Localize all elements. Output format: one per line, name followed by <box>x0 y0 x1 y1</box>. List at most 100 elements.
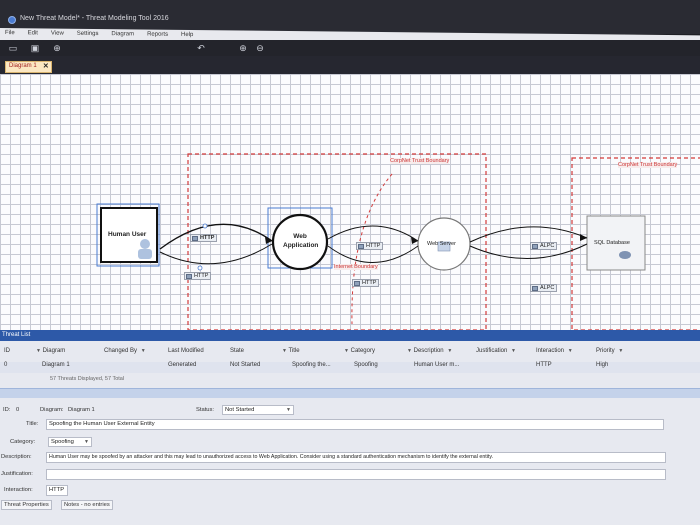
close-icon[interactable]: ✕ <box>43 62 49 70</box>
menu-settings[interactable]: Settings <box>72 29 105 37</box>
flow-label-http[interactable]: HTTP <box>190 234 218 242</box>
threat-count-summary: 57 Threats Displayed, 57 Total <box>50 376 125 382</box>
justification-label: Justification: <box>1 471 33 477</box>
cell-last-modified: Generated <box>168 362 197 368</box>
column-label: Changed By <box>104 348 138 354</box>
zoom-out-icon[interactable]: ⊖ <box>255 43 265 53</box>
flow-icon <box>532 286 538 291</box>
flow-label-alpc[interactable]: ALPC <box>530 242 558 250</box>
filter-dropdown-icon[interactable]: ▼ <box>447 348 452 354</box>
description-field[interactable]: Human User may be spoofed by an attacker… <box>46 452 666 463</box>
column-interaction[interactable]: Interaction ▼ <box>536 348 573 354</box>
cell-description: Human User m... <box>414 362 460 368</box>
drag-handle[interactable] <box>197 265 203 271</box>
column-label: Title <box>288 348 300 354</box>
cell-id: 0 <box>4 362 8 368</box>
threat-grid-header: ID ▼ Diagram Changed By ▼ Last Modified … <box>0 348 700 360</box>
column-title[interactable]: ▼ Title <box>280 348 300 354</box>
category-select[interactable]: Spoofing ▼ <box>48 437 92 447</box>
id-value: 0 <box>16 407 20 413</box>
tab-notes[interactable]: Notes - no entries <box>61 500 113 510</box>
column-label: State <box>230 348 245 354</box>
boundary-label[interactable]: CorpNet Trust Boundary <box>390 158 450 164</box>
threat-list-panel: Threat List ID ▼ Diagram Changed By ▼ La… <box>0 330 700 525</box>
filter-dropdown-icon[interactable]: ▼ <box>618 348 623 354</box>
cell-title: Spoofing the... <box>292 362 331 368</box>
filter-dropdown-icon[interactable]: ▼ <box>141 348 146 354</box>
flow-server-to-db[interactable] <box>469 226 588 243</box>
status-select[interactable]: Not Started ▼ <box>222 405 294 415</box>
drag-handle[interactable] <box>202 223 208 229</box>
flow-label-http[interactable]: HTTP <box>356 242 384 250</box>
filter-dropdown-icon[interactable]: ▼ <box>36 348 41 354</box>
web-application-label: Web Application <box>283 233 319 249</box>
diagram-canvas[interactable]: CorpNet Trust Boundary CorpNet Trust Bou… <box>0 74 700 330</box>
column-priority[interactable]: Priority ▼ <box>596 348 623 354</box>
filter-dropdown-icon[interactable]: ▼ <box>282 348 287 354</box>
menu-diagram[interactable]: Diagram <box>106 29 140 37</box>
category-value: Spoofing <box>51 439 74 445</box>
filter-dropdown-icon[interactable]: ▼ <box>511 348 516 354</box>
flow-db-to-server[interactable] <box>469 243 588 259</box>
column-state[interactable]: State <box>230 348 244 354</box>
filter-dropdown-icon[interactable]: ▼ <box>344 348 349 354</box>
flow-label-alpc[interactable]: ALPC <box>530 284 558 292</box>
undo-icon[interactable]: ↶ <box>196 43 206 53</box>
chevron-down-icon: ▼ <box>84 439 89 445</box>
document-tabs: Diagram 1 ✕ <box>0 56 700 74</box>
table-row[interactable]: 0 Diagram 1 Generated Not Started Spoofi… <box>0 362 700 373</box>
diagram-value: Diagram 1 <box>68 407 95 413</box>
flow-webapp-to-server[interactable] <box>327 225 419 242</box>
chevron-down-icon: ▼ <box>286 407 291 413</box>
column-label: Diagram <box>42 348 66 354</box>
arrowhead <box>411 237 418 244</box>
tab-diagram-1[interactable]: Diagram 1 ✕ <box>5 61 52 73</box>
flow-icon <box>192 236 198 241</box>
flow-icon <box>358 244 364 249</box>
web-server-label: Web Server <box>427 241 456 247</box>
title-field[interactable]: Spoofing the Human User External Entity <box>46 419 664 430</box>
menu-file[interactable]: File <box>0 28 21 36</box>
column-description[interactable]: ▼ Description ▼ <box>405 348 452 354</box>
bottom-tabs: Threat Properties Notes - no entries <box>0 500 700 512</box>
status-label: Status: <box>196 407 215 413</box>
boundary-label[interactable]: CorpNet Trust Boundary <box>618 162 678 168</box>
menu-view[interactable]: View <box>46 28 70 37</box>
column-label: Category <box>350 348 375 354</box>
new-icon[interactable]: ▭ <box>8 43 18 53</box>
flow-label-http[interactable]: HTTP <box>352 279 380 287</box>
zoom-in-icon[interactable]: ⊕ <box>238 43 248 53</box>
tab-threat-properties[interactable]: Threat Properties <box>1 500 52 510</box>
interaction-field[interactable]: HTTP <box>46 485 68 496</box>
interaction-label: Interaction: <box>4 487 33 493</box>
human-user-label: Human User <box>108 231 147 238</box>
tab-label: Diagram 1 <box>9 63 37 69</box>
column-category[interactable]: ▼ Category <box>342 348 375 354</box>
toolbar: ▭ ▣ ⊕ ↶ ⊕ ⊖ <box>0 40 700 56</box>
panel-splitter[interactable] <box>0 388 700 398</box>
filter-dropdown-icon[interactable]: ▼ <box>568 348 573 354</box>
column-id[interactable]: ID <box>4 348 10 354</box>
menu-help[interactable]: Help <box>176 30 199 38</box>
person-icon <box>140 239 150 249</box>
justification-field[interactable] <box>46 469 666 480</box>
column-diagram[interactable]: ▼ Diagram <box>34 348 65 354</box>
filter-dropdown-icon[interactable]: ▼ <box>407 348 412 354</box>
column-justification[interactable]: Justification ▼ <box>476 348 516 354</box>
column-label: Justification <box>476 348 508 354</box>
column-label: ID <box>4 348 10 354</box>
boundary-label[interactable]: Internet Boundary <box>334 264 378 270</box>
flow-webapp-to-user[interactable] <box>159 243 273 265</box>
column-changed-by[interactable]: Changed By ▼ <box>104 348 146 354</box>
flow-label-http[interactable]: HTTP <box>184 272 212 280</box>
menu-edit[interactable]: Edit <box>23 28 44 36</box>
flow-label-text: HTTP <box>200 235 215 241</box>
id-label: ID: <box>3 407 11 413</box>
title-label: Title: <box>26 421 39 427</box>
save-icon[interactable]: ▣ <box>30 43 40 53</box>
flow-icon <box>186 274 192 279</box>
cell-category: Spoofing <box>354 362 378 368</box>
menu-reports[interactable]: Reports <box>142 29 174 38</box>
globe-icon[interactable]: ⊕ <box>52 43 62 53</box>
column-last-modified[interactable]: Last Modified <box>168 348 204 354</box>
